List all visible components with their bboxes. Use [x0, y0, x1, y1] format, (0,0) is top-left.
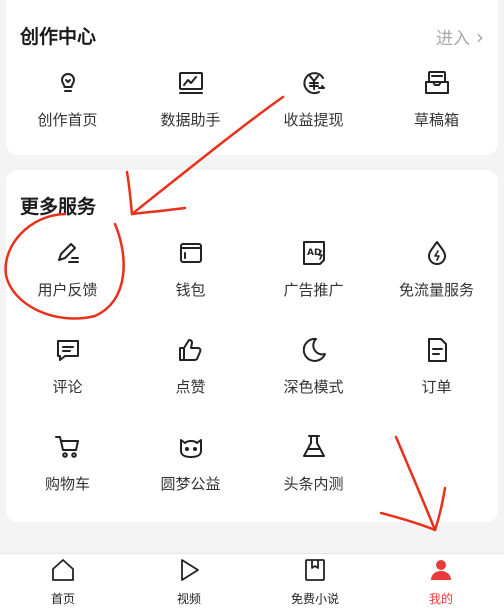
wallet-button[interactable]: 钱包 — [129, 236, 252, 300]
lightbulb-icon — [51, 66, 85, 99]
enter-link[interactable]: 进入 › — [436, 24, 484, 50]
orders-label: 订单 — [421, 378, 452, 396]
enter-label: 进入 — [436, 29, 470, 49]
tab-profile-label: 我的 — [428, 591, 453, 606]
tab-novels-label: 免费小说 — [290, 591, 339, 606]
moon-icon — [297, 333, 331, 366]
charity-button[interactable]: 圆梦公益 — [129, 430, 252, 494]
tab-video[interactable]: 视频 — [126, 554, 252, 609]
data-free-service-label: 免流量服务 — [398, 281, 474, 299]
order-icon — [420, 333, 454, 366]
tab-home-label: 首页 — [50, 591, 75, 606]
creator-center-title: 创作中心 — [20, 26, 97, 48]
tab-home[interactable]: 首页 — [0, 554, 126, 609]
tab-novels[interactable]: 免费小说 — [252, 554, 378, 609]
data-assistant-button[interactable]: 数据助手 — [129, 66, 252, 130]
book-icon — [302, 557, 328, 587]
likes-button[interactable]: 点赞 — [129, 333, 252, 397]
orders-button[interactable]: 订单 — [375, 333, 498, 397]
thumbs-up-icon — [174, 333, 208, 366]
charity-icon — [174, 430, 208, 463]
creator-center-card: 创作中心 进入 › 创作首页 数据助手 收益提现 草稿箱 — [6, 0, 498, 155]
yen-icon — [297, 66, 331, 99]
cart-icon — [51, 430, 85, 463]
dark-mode-label: 深色模式 — [283, 378, 344, 396]
beta-test-label: 头条内测 — [283, 475, 344, 493]
drafts-button[interactable]: 草稿箱 — [375, 66, 498, 130]
chart-icon — [174, 66, 208, 99]
ad-promotion-label: 广告推广 — [283, 281, 344, 299]
data-free-service-button[interactable]: 免流量服务 — [375, 236, 498, 300]
play-icon — [176, 557, 202, 587]
flask-icon — [297, 430, 331, 463]
more-services-title: 更多服务 — [20, 196, 97, 218]
draft-box-icon — [420, 66, 454, 99]
home-icon — [50, 557, 76, 587]
ad-icon: AD — [297, 236, 331, 269]
dark-mode-button[interactable]: 深色模式 — [252, 333, 375, 397]
beta-test-button[interactable]: 头条内测 — [252, 430, 375, 494]
comments-button[interactable]: 评论 — [6, 333, 129, 397]
likes-label: 点赞 — [175, 378, 206, 396]
creator-home-button[interactable]: 创作首页 — [6, 66, 129, 130]
earnings-withdraw-label: 收益提现 — [283, 111, 344, 129]
comment-icon — [51, 333, 85, 366]
pencil-icon — [51, 236, 85, 269]
shopping-cart-button[interactable]: 购物车 — [6, 430, 129, 494]
tab-profile[interactable]: 我的 — [378, 554, 504, 609]
drafts-label: 草稿箱 — [413, 111, 459, 129]
wallet-label: 钱包 — [175, 281, 206, 299]
more-services-card: 更多服务 用户反馈 钱包 AD 广告推广 免流量服务 评论 点赞 深色模式 订单… — [6, 170, 498, 522]
feedback-button[interactable]: 用户反馈 — [6, 236, 129, 300]
charity-label: 圆梦公益 — [160, 475, 221, 493]
tab-video-label: 视频 — [176, 591, 201, 606]
profile-icon — [428, 557, 454, 587]
comments-label: 评论 — [52, 378, 83, 396]
drop-icon — [420, 236, 454, 269]
bottom-tab-bar: 首页 视频 免费小说 我的 — [0, 553, 504, 609]
creator-home-label: 创作首页 — [37, 111, 98, 129]
feedback-label: 用户反馈 — [37, 281, 98, 299]
earnings-withdraw-button[interactable]: 收益提现 — [252, 66, 375, 130]
wallet-icon — [174, 236, 208, 269]
chevron-right-icon: › — [476, 24, 484, 49]
shopping-cart-label: 购物车 — [44, 475, 90, 493]
data-assistant-label: 数据助手 — [160, 111, 221, 129]
ad-promotion-button[interactable]: AD 广告推广 — [252, 236, 375, 300]
